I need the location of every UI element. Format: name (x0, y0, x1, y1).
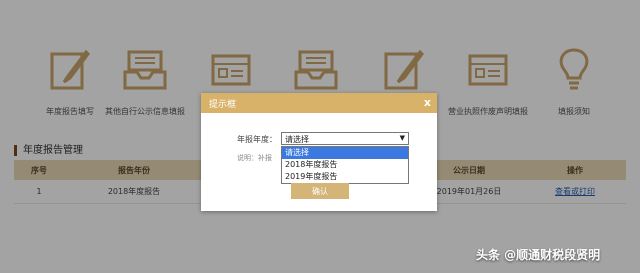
dropdown-option[interactable]: 2019年度报告 (282, 171, 408, 183)
dialog-note: 说明：补报 (237, 154, 272, 162)
close-icon[interactable]: x (424, 96, 431, 109)
chevron-down-icon: ▼ (399, 134, 405, 142)
prompt-dialog: 提示框 x 年报年度： 请选择 ▼ 说明：补报 请选择 2018年度报告 201… (201, 93, 437, 211)
dropdown-option[interactable]: 请选择 (282, 147, 408, 159)
year-select[interactable]: 请选择 ▼ (281, 132, 409, 145)
year-field-label: 年报年度： (237, 135, 277, 144)
select-value: 请选择 (285, 135, 309, 144)
year-dropdown-list: 请选择 2018年度报告 2019年度报告 (281, 146, 409, 184)
dialog-header: 提示框 x (201, 93, 437, 113)
watermark-text: 头条 @顺通财税段贤明 (476, 248, 601, 262)
dialog-title: 提示框 (209, 100, 237, 110)
dropdown-option[interactable]: 2018年度报告 (282, 159, 408, 171)
confirm-button[interactable]: 确认 (291, 183, 349, 199)
